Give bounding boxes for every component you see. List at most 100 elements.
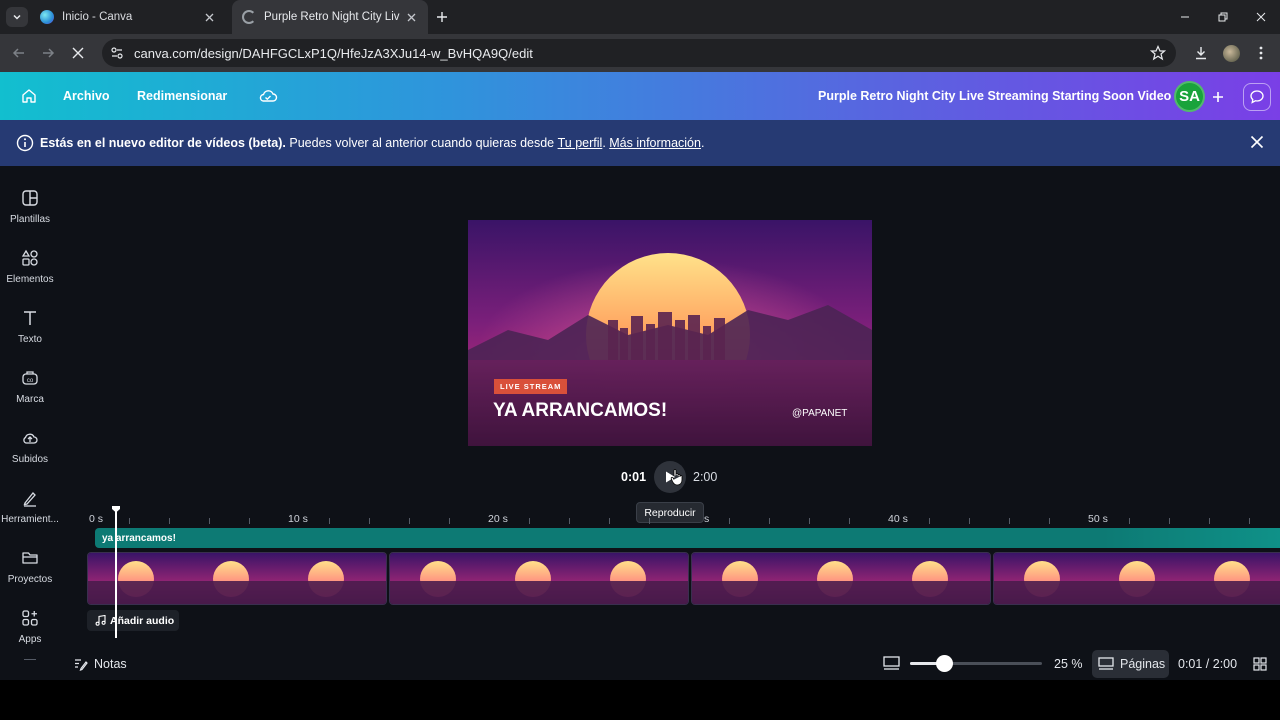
sidebar-item-templates[interactable]: Plantillas: [0, 180, 60, 236]
pages-icon: [1098, 657, 1114, 670]
brand-icon: co: [20, 368, 40, 388]
close-tab-icon[interactable]: [404, 10, 418, 24]
canvas-headline[interactable]: YA ARRANCAMOS!: [493, 400, 667, 422]
stop-loading-button[interactable]: [67, 42, 89, 64]
video-track[interactable]: [87, 552, 1280, 605]
sidebar-item-elements[interactable]: Elementos: [0, 240, 60, 296]
ruler-tick: [129, 518, 130, 524]
pages-button[interactable]: Páginas: [1092, 650, 1169, 678]
close-icon: [1250, 135, 1264, 149]
ruler-tick: [369, 518, 370, 524]
canva-top-bar: Archivo Redimensionar Purple Retro Night…: [0, 72, 1280, 120]
close-icon: [1256, 12, 1266, 22]
new-tab-button[interactable]: [432, 7, 452, 27]
sidebar-item-uploads[interactable]: Subidos: [0, 420, 60, 476]
address-bar: canva.com/design/DAHFGCLxP1Q/HfeJzA3XJu1…: [0, 34, 1280, 72]
sidebar-item-label: Proyectos: [7, 574, 53, 585]
zoom-slider-track[interactable]: [910, 662, 1042, 665]
design-canvas[interactable]: LIVE STREAM YA ARRANCAMOS! @PAPANET: [468, 220, 872, 446]
sidebar-item-text[interactable]: Texto: [0, 300, 60, 356]
zoom-value[interactable]: 25 %: [1054, 657, 1083, 671]
ruler-tick: [609, 518, 610, 524]
timeline-ruler[interactable]: 0 s 10 s 20 s s 40 s 50 s: [86, 503, 1280, 525]
url-field[interactable]: canva.com/design/DAHFGCLxP1Q/HfeJzA3XJu1…: [102, 39, 1176, 67]
home-button[interactable]: [20, 72, 38, 120]
sidebar-divider: [24, 659, 36, 660]
comments-button[interactable]: [1243, 83, 1271, 111]
video-clip-thumbnail[interactable]: [389, 552, 689, 605]
time-counter: 0:01 / 2:00: [1178, 657, 1238, 671]
sidebar-item-projects[interactable]: Proyectos: [0, 540, 60, 596]
ruler-label: 10 s: [288, 513, 308, 525]
restore-icon: [1218, 12, 1228, 22]
ruler-tick: [449, 518, 450, 524]
resize-menu[interactable]: Redimensionar: [137, 72, 227, 120]
close-icon: [72, 47, 84, 59]
info-icon: [16, 134, 34, 152]
tab-search-button[interactable]: [6, 7, 28, 27]
video-clip-thumbnail[interactable]: [993, 552, 1280, 605]
text-track-clip[interactable]: ya arrancamos!: [95, 528, 1280, 548]
minimize-button[interactable]: [1166, 0, 1204, 34]
beta-editor-banner: Estás en el nuevo editor de vídeos (beta…: [0, 120, 1280, 166]
ruler-tick: [969, 518, 970, 524]
canvas-handle[interactable]: @PAPANET: [792, 408, 847, 419]
video-clip-thumbnail[interactable]: [691, 552, 991, 605]
close-tab-icon[interactable]: [202, 10, 216, 24]
fit-view-icon[interactable]: [883, 656, 900, 671]
file-menu[interactable]: Archivo: [63, 72, 110, 120]
downloads-button[interactable]: [1190, 42, 1212, 64]
design-title[interactable]: Purple Retro Night City Live Streaming S…: [818, 72, 1171, 120]
live-stream-badge[interactable]: LIVE STREAM: [494, 379, 568, 394]
add-audio-label: Añadir audio: [110, 614, 175, 627]
cloud-save-status[interactable]: [258, 72, 278, 120]
restore-button[interactable]: [1204, 0, 1242, 34]
browser-tab-inicio[interactable]: Inicio - Canva: [30, 0, 226, 34]
grid-view-icon[interactable]: [1253, 657, 1267, 671]
playhead[interactable]: [115, 506, 117, 638]
profile-button[interactable]: [1220, 42, 1242, 64]
share-add-button[interactable]: [1204, 83, 1232, 111]
sidebar-item-apps[interactable]: Apps: [0, 600, 60, 656]
close-window-button[interactable]: [1242, 0, 1280, 34]
more-vertical-icon: [1259, 46, 1263, 60]
browser-tab-active[interactable]: Purple Retro Night City Live Stre: [232, 0, 428, 34]
templates-icon: [20, 188, 40, 208]
ruler-label: s: [704, 513, 710, 525]
bookmark-star-icon[interactable]: [1150, 45, 1166, 61]
forward-button[interactable]: [37, 42, 59, 64]
arrow-right-icon: [43, 48, 55, 58]
sidebar-item-tools[interactable]: Herramient...: [0, 480, 60, 536]
current-time: 0:01: [621, 470, 647, 484]
hand-cursor-icon: [670, 469, 683, 486]
site-settings-icon[interactable]: [110, 46, 124, 60]
ruler-tick: [169, 518, 170, 524]
notes-button[interactable]: Notas: [73, 656, 127, 671]
playhead-handle-icon[interactable]: [111, 505, 121, 513]
ruler-tick: [569, 518, 570, 524]
ruler-tick: [1169, 518, 1170, 524]
add-audio-button[interactable]: Añadir audio: [87, 610, 179, 631]
ruler-tick: [1049, 518, 1050, 524]
ruler-tick: [929, 518, 930, 524]
ruler-label: 40 s: [888, 513, 908, 525]
close-banner-button[interactable]: [1250, 135, 1264, 149]
more-info-link[interactable]: Más información: [609, 136, 701, 150]
zoom-slider-knob[interactable]: [936, 655, 953, 672]
ruler-tick: [409, 518, 410, 524]
canva-favicon-icon: [40, 10, 54, 24]
sidebar-item-brand[interactable]: co Marca: [0, 360, 60, 416]
sidebar-item-label: Subidos: [11, 454, 49, 465]
user-avatar[interactable]: SA: [1174, 81, 1205, 112]
download-icon: [1196, 47, 1206, 60]
video-clip-thumbnail[interactable]: [87, 552, 387, 605]
back-button[interactable]: [8, 42, 30, 64]
arrow-left-icon: [12, 48, 24, 58]
upload-icon: [20, 428, 40, 448]
url-text: canva.com/design/DAHFGCLxP1Q/HfeJzA3XJu1…: [134, 45, 533, 61]
ruler-tick: [529, 518, 530, 524]
profile-link[interactable]: Tu perfil: [558, 136, 603, 150]
home-icon: [22, 89, 36, 103]
browser-menu-button[interactable]: [1250, 42, 1272, 64]
elements-icon: [20, 248, 40, 268]
